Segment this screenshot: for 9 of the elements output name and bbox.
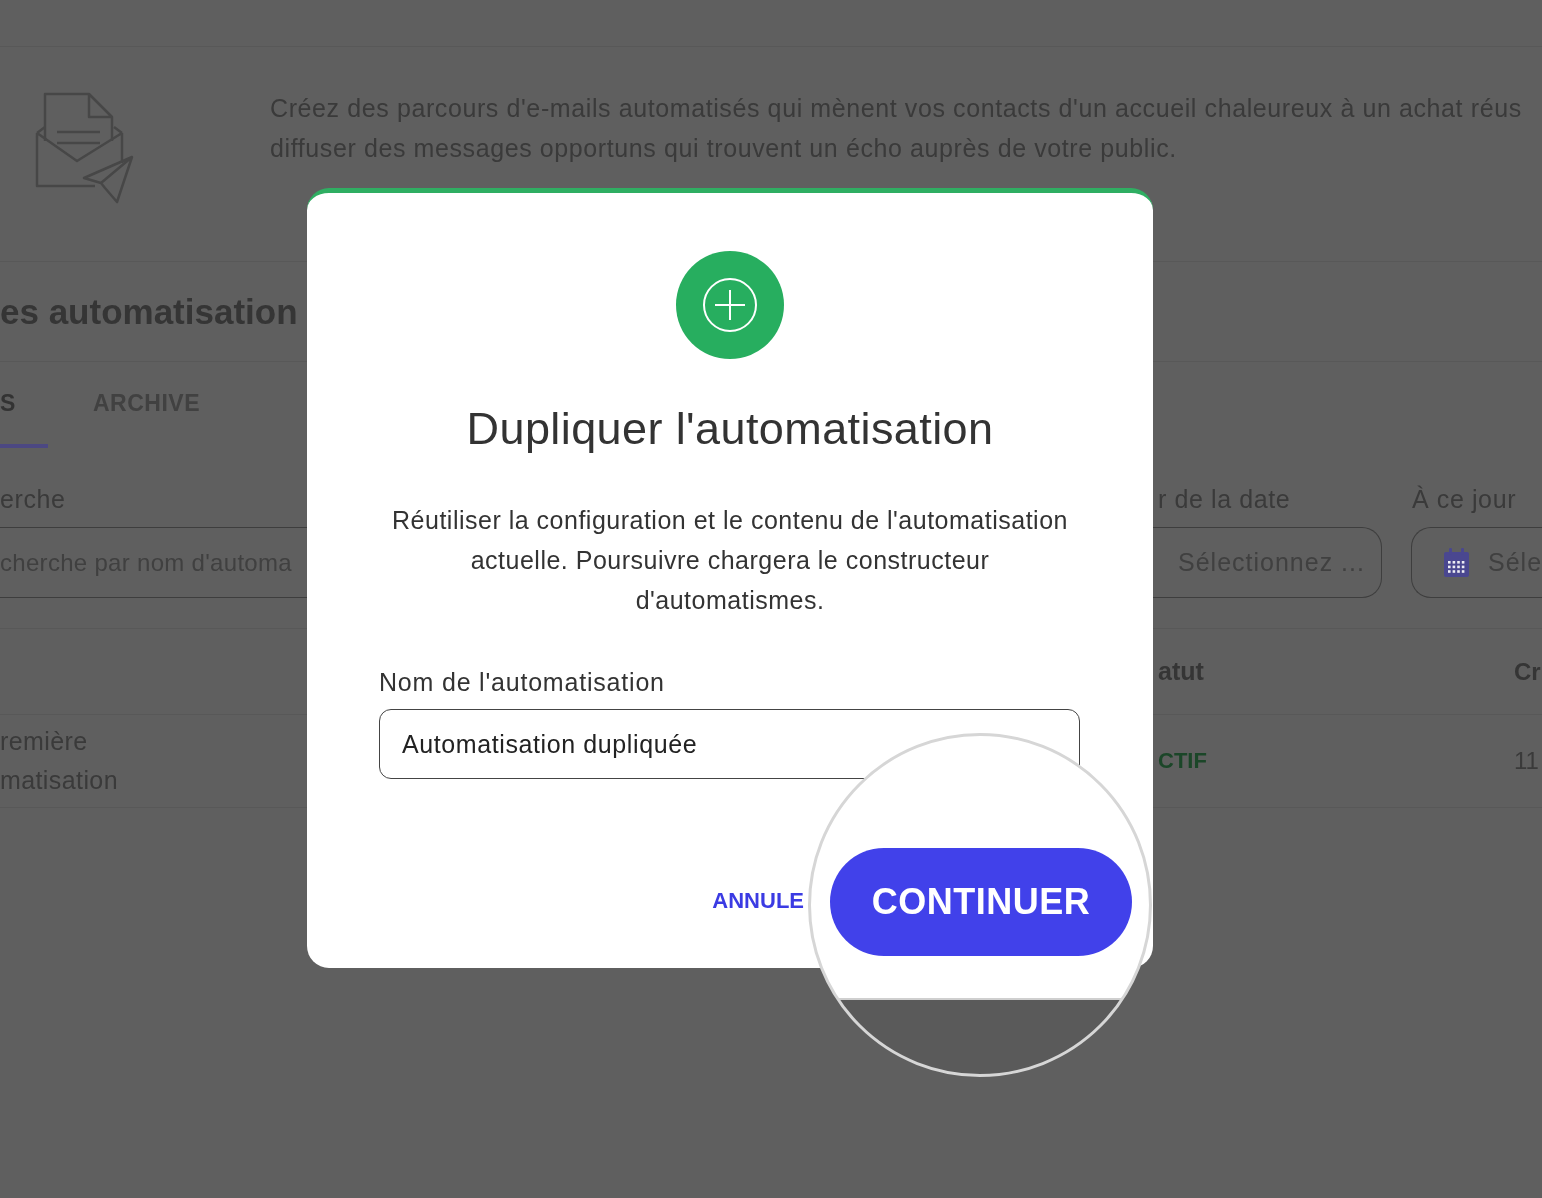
dialog-description: Réutiliser la configuration et le contenu de l'automatisation actuelle. Poursuivre chargera le constructeur d'automatismes. [391,505,1069,616]
cancel-button[interactable]: ANNULE [712,881,804,921]
plus-circle-icon [676,251,784,359]
dialog-title: Dupliquer l'automatisation [466,404,994,454]
continue-button[interactable]: CONTINUER [830,848,1132,956]
field-label: Nom de l'automatisation [379,668,665,696]
envelope-paper-plane-icon [33,91,135,205]
calendar-icon [1443,547,1470,578]
status-label: CTIF [1158,748,1207,774]
